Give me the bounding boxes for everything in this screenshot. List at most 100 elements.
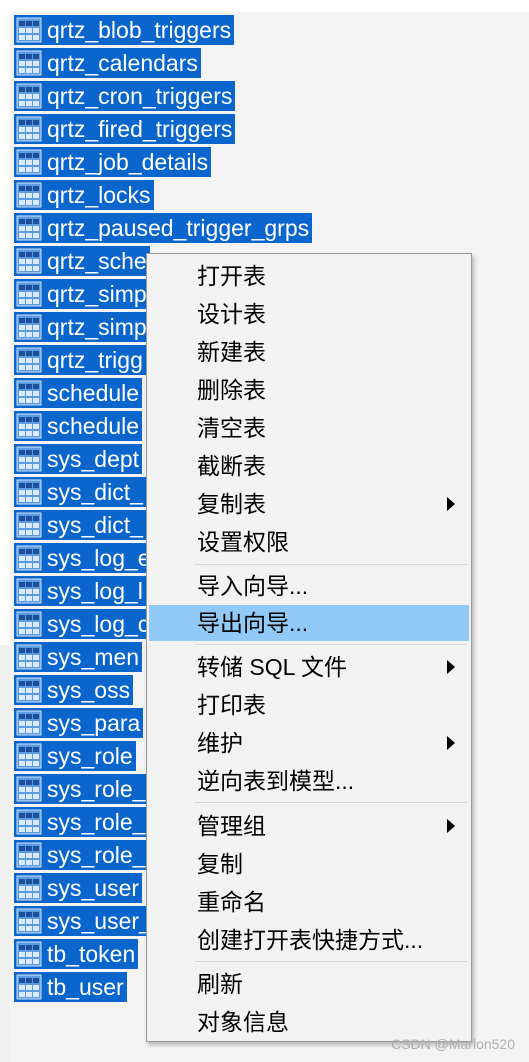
menu-item-label: 复制 — [197, 851, 243, 877]
table-row[interactable]: sys_log_c — [14, 609, 153, 639]
table-row[interactable]: sys_men — [14, 642, 143, 672]
table-row[interactable]: qrtz_simp — [14, 312, 150, 342]
table-row[interactable]: qrtz_sche — [14, 246, 150, 276]
menu-item-set-permissions[interactable]: 设置权限 — [149, 524, 469, 560]
table-name: schedule — [44, 411, 143, 441]
menu-item-rename[interactable]: 重命名 — [149, 884, 469, 920]
table-row[interactable]: sys_user_ — [14, 906, 155, 936]
table-name: sys_dept — [44, 444, 143, 474]
table-name: sys_user — [44, 873, 143, 903]
menu-item-maintain[interactable]: 维护 — [149, 725, 469, 761]
table-row[interactable]: schedule — [14, 411, 143, 441]
menu-item-delete-table[interactable]: 删除表 — [149, 372, 469, 408]
table-name: sys_role_ — [44, 774, 149, 804]
menu-separator — [195, 564, 467, 565]
table-row[interactable]: qrtz_paused_trigger_grps — [14, 213, 313, 243]
table-icon — [14, 543, 44, 573]
table-name: qrtz_fired_triggers — [44, 114, 236, 144]
table-row[interactable]: qrtz_fired_triggers — [14, 114, 236, 144]
menu-item-label: 清空表 — [197, 415, 266, 441]
table-name: qrtz_paused_trigger_grps — [44, 213, 313, 243]
menu-item-new-table[interactable]: 新建表 — [149, 334, 469, 370]
table-icon — [14, 180, 44, 210]
menu-item-label: 逆向表到模型... — [197, 768, 355, 794]
menu-item-label: 对象信息 — [197, 1009, 289, 1035]
table-row[interactable]: sys_user — [14, 873, 143, 903]
table-name: qrtz_cron_triggers — [44, 81, 236, 111]
table-name: qrtz_sche — [44, 246, 150, 276]
menu-item-duplicate-table[interactable]: 复制表 — [149, 486, 469, 522]
table-row[interactable]: qrtz_trigg — [14, 345, 146, 375]
table-icon — [14, 906, 44, 936]
menu-item-label: 截断表 — [197, 453, 266, 479]
table-row[interactable]: sys_dict_ — [14, 477, 146, 507]
table-row[interactable]: sys_role_ — [14, 840, 149, 870]
table-row[interactable]: qrtz_locks — [14, 180, 154, 210]
submenu-arrow-icon — [447, 660, 455, 674]
table-row[interactable]: sys_dict_ — [14, 510, 146, 540]
table-name: sys_role_ — [44, 807, 149, 837]
menu-item-label: 管理组 — [197, 813, 266, 839]
menu-item-object-info[interactable]: 对象信息 — [149, 1004, 469, 1040]
table-icon — [14, 774, 44, 804]
submenu-arrow-icon — [447, 497, 455, 511]
table-row[interactable]: sys_role — [14, 741, 136, 771]
table-row[interactable]: tb_user — [14, 972, 127, 1002]
table-row[interactable]: qrtz_simp — [14, 279, 150, 309]
table-name: qrtz_blob_triggers — [44, 15, 235, 45]
menu-item-manage-group[interactable]: 管理组 — [149, 808, 469, 844]
menu-item-import-wizard[interactable]: 导入向导... — [149, 568, 469, 604]
table-row[interactable]: qrtz_blob_triggers — [14, 15, 235, 45]
menu-item-label: 刷新 — [197, 971, 243, 997]
table-row[interactable]: sys_role_ — [14, 807, 149, 837]
left-margin — [0, 0, 10, 1062]
table-name: qrtz_locks — [44, 180, 154, 210]
table-icon — [14, 114, 44, 144]
table-row[interactable]: sys_para — [14, 708, 144, 738]
table-row[interactable]: sys_dept — [14, 444, 143, 474]
table-icon — [14, 873, 44, 903]
table-row[interactable]: qrtz_calendars — [14, 48, 201, 78]
table-row[interactable]: qrtz_cron_triggers — [14, 81, 236, 111]
menu-item-label: 创建打开表快捷方式... — [197, 927, 424, 953]
table-icon — [14, 840, 44, 870]
menu-item-label: 删除表 — [197, 377, 266, 403]
menu-item-copy[interactable]: 复制 — [149, 846, 469, 882]
menu-separator — [195, 802, 467, 803]
table-icon — [14, 642, 44, 672]
table-row[interactable]: sys_role_ — [14, 774, 149, 804]
menu-item-export-wizard[interactable]: 导出向导... — [149, 605, 469, 641]
table-icon — [14, 411, 44, 441]
menu-item-dump-sql[interactable]: 转储 SQL 文件 — [149, 649, 469, 685]
table-icon — [14, 246, 44, 276]
table-icon — [14, 444, 44, 474]
table-icon — [14, 675, 44, 705]
table-name: schedule — [44, 378, 143, 408]
table-row[interactable]: sys_log_e — [14, 543, 154, 573]
table-row[interactable]: sys_log_l — [14, 576, 146, 606]
top-margin — [10, 0, 529, 12]
menu-item-refresh[interactable]: 刷新 — [149, 966, 469, 1002]
menu-item-open-table[interactable]: 打开表 — [149, 258, 469, 294]
table-icon — [14, 576, 44, 606]
menu-item-label: 复制表 — [197, 491, 266, 517]
table-icon — [14, 15, 44, 45]
menu-item-empty-table[interactable]: 清空表 — [149, 410, 469, 446]
table-icon — [14, 378, 44, 408]
menu-item-create-shortcut[interactable]: 创建打开表快捷方式... — [149, 922, 469, 958]
menu-item-label: 重命名 — [197, 889, 266, 915]
context-menu: 打开表 设计表 新建表 删除表 清空表 截断表 复制表 设置权限 导入向导...… — [146, 253, 472, 1042]
table-name: qrtz_calendars — [44, 48, 201, 78]
table-row[interactable]: qrtz_job_details — [14, 147, 212, 177]
table-row[interactable]: sys_oss — [14, 675, 134, 705]
table-name: sys_log_e — [44, 543, 154, 573]
table-row[interactable]: schedule — [14, 378, 143, 408]
menu-item-design-table[interactable]: 设计表 — [149, 296, 469, 332]
menu-item-reverse-to-model[interactable]: 逆向表到模型... — [149, 763, 469, 799]
menu-item-print-table[interactable]: 打印表 — [149, 687, 469, 723]
table-name: qrtz_job_details — [44, 147, 212, 177]
table-row[interactable]: tb_token — [14, 939, 139, 969]
table-name: sys_role_ — [44, 840, 149, 870]
menu-item-truncate-table[interactable]: 截断表 — [149, 448, 469, 484]
menu-separator — [195, 644, 467, 645]
